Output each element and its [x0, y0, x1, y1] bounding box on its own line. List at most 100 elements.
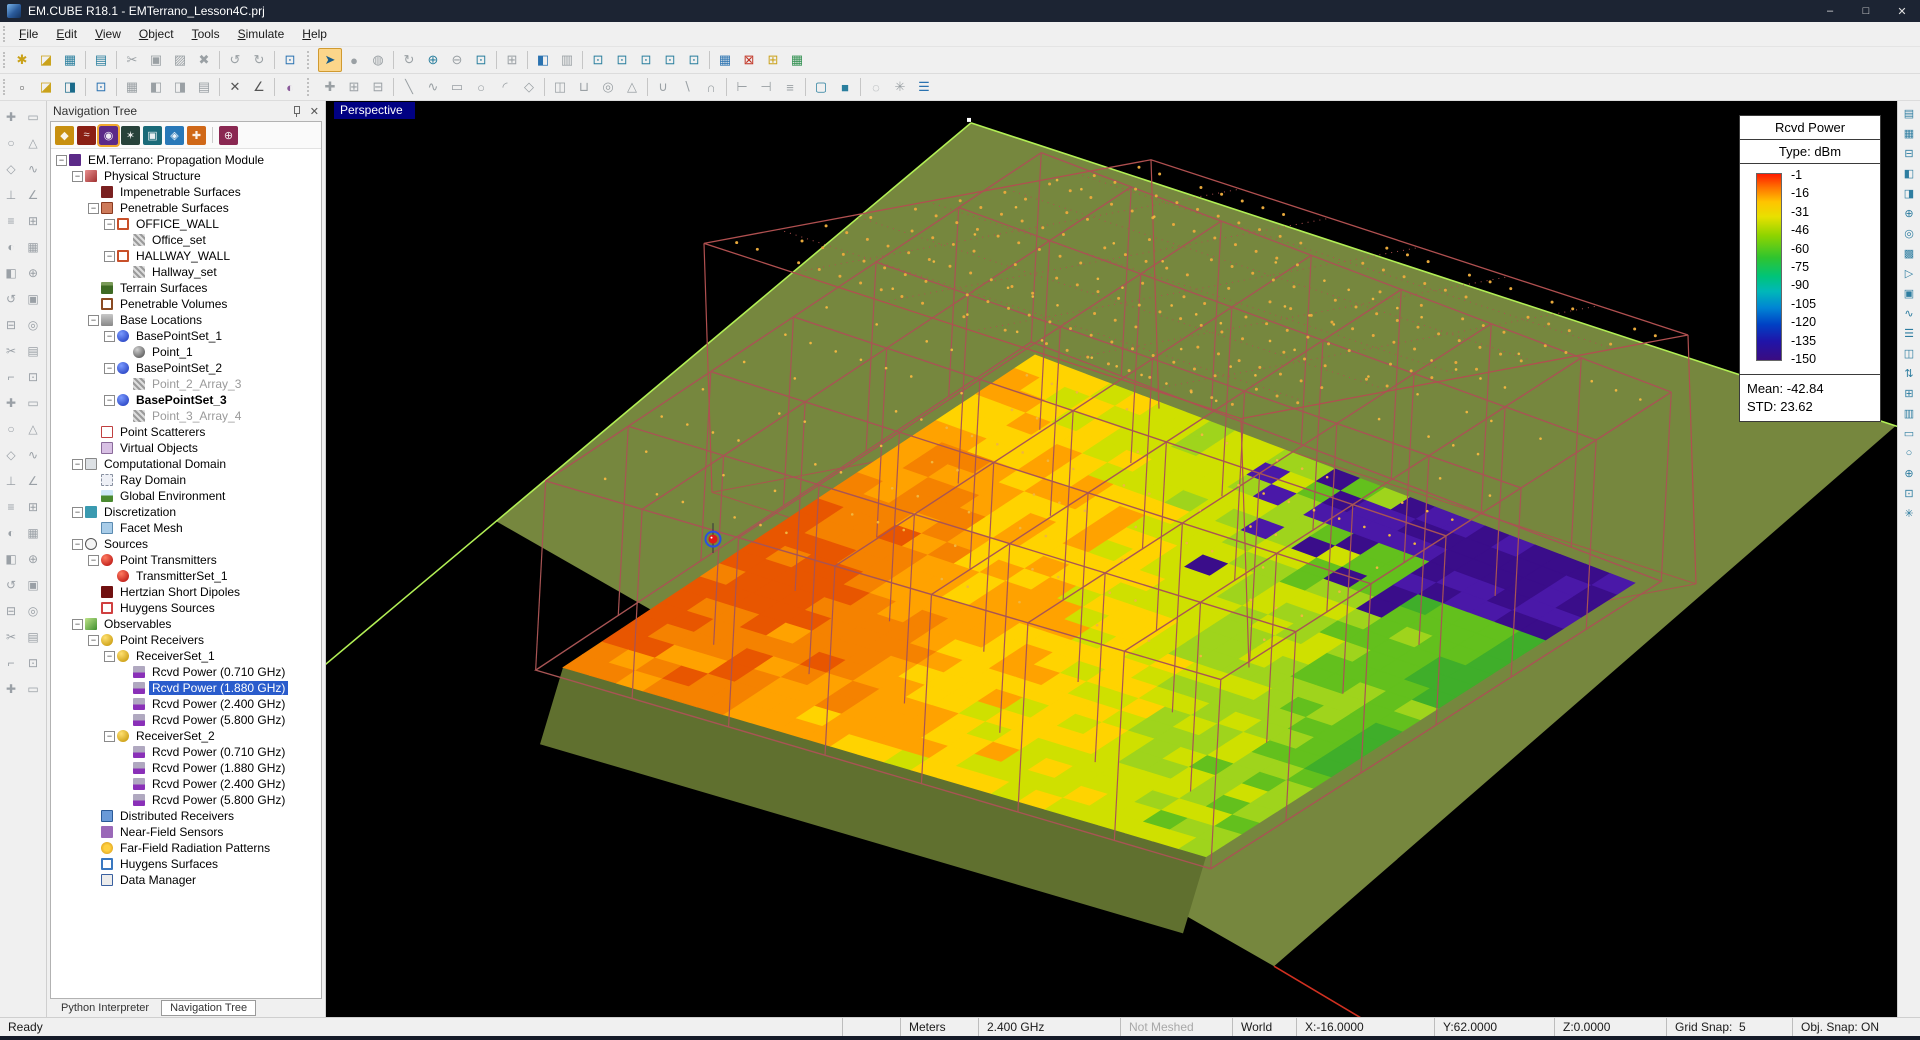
- cad-tool-button[interactable]: ◐: [0, 520, 22, 546]
- module-illumina-button[interactable]: ✶: [121, 126, 140, 145]
- tree-item[interactable]: Penetrable Surfaces: [51, 200, 321, 216]
- cylinder-tool-button[interactable]: ⊔: [572, 75, 596, 99]
- cad-tool-button[interactable]: ≡: [0, 208, 22, 234]
- cad-tool-button[interactable]: ◎: [22, 598, 44, 624]
- expander-icon[interactable]: [71, 171, 84, 182]
- export-button[interactable]: ◨: [58, 75, 82, 99]
- tree-item[interactable]: Global Environment: [51, 488, 321, 504]
- view-left-button[interactable]: ⊡: [634, 48, 658, 72]
- cad-tool-button[interactable]: ∠: [22, 182, 44, 208]
- cad-tool-button[interactable]: ⊞: [22, 494, 44, 520]
- tree-item[interactable]: Point Transmitters: [51, 552, 321, 568]
- pan-tool-button[interactable]: ●: [342, 48, 366, 72]
- material-button[interactable]: ◐: [278, 75, 302, 99]
- cad-tool-button[interactable]: ⊟: [0, 312, 22, 338]
- help-panel-button[interactable]: ○: [1900, 445, 1918, 461]
- undo-button[interactable]: ↺: [223, 48, 247, 72]
- delete-button[interactable]: ✖: [192, 48, 216, 72]
- tree-item[interactable]: Hallway_set: [51, 264, 321, 280]
- print-button[interactable]: ▤: [89, 48, 113, 72]
- module-ferma-button[interactable]: ✚: [187, 126, 206, 145]
- tree-item[interactable]: Far-Field Radiation Patterns: [51, 840, 321, 856]
- hide-button[interactable]: ◌: [864, 75, 888, 99]
- tree-item[interactable]: Huygens Surfaces: [51, 856, 321, 872]
- cad-tool-button[interactable]: ⊡: [22, 364, 44, 390]
- cad-tool-button[interactable]: ○: [0, 416, 22, 442]
- tree-item[interactable]: ReceiverSet_1: [51, 648, 321, 664]
- tree-item[interactable]: BasePointSet_3: [51, 392, 321, 408]
- cad-tool-button[interactable]: ✚: [0, 676, 22, 702]
- module-settings-button[interactable]: ⊕: [219, 126, 238, 145]
- expander-icon[interactable]: [55, 155, 68, 166]
- zoom-window-button[interactable]: ⊡: [469, 48, 493, 72]
- mesh-settings-button[interactable]: ▦: [713, 48, 737, 72]
- angle-tool-button[interactable]: ∠: [247, 75, 271, 99]
- subtract-button[interactable]: ∖: [675, 75, 699, 99]
- cad-tool-button[interactable]: △: [22, 130, 44, 156]
- cad-tool-button[interactable]: ✚: [0, 104, 22, 130]
- display-grid-button[interactable]: ▥: [555, 48, 579, 72]
- mirror-tool-button[interactable]: ◨: [168, 75, 192, 99]
- cad-tool-button[interactable]: ≡: [0, 494, 22, 520]
- snap-panel-button[interactable]: ⊞: [1900, 385, 1918, 401]
- tree-item[interactable]: ReceiverSet_2: [51, 728, 321, 744]
- snap-grid-button[interactable]: ✚: [318, 75, 342, 99]
- module-terrano-button[interactable]: ◉: [99, 126, 118, 145]
- panel-tab-navigation-tree[interactable]: Navigation Tree: [161, 1000, 256, 1016]
- tree-item[interactable]: Data Manager: [51, 872, 321, 888]
- tree-item[interactable]: Rcvd Power (5.800 GHz): [51, 712, 321, 728]
- menu-file[interactable]: File: [10, 24, 47, 44]
- properties-button[interactable]: ☰: [912, 75, 936, 99]
- orbit-tool-button[interactable]: ◍: [366, 48, 390, 72]
- observables-panel-button[interactable]: ◎: [1900, 225, 1918, 241]
- shaded-button[interactable]: ■: [833, 75, 857, 99]
- cut-button[interactable]: ✂: [120, 48, 144, 72]
- cad-tool-button[interactable]: ↺: [0, 286, 22, 312]
- fit-view-button[interactable]: ⊞: [500, 48, 524, 72]
- results-button[interactable]: ▦: [785, 48, 809, 72]
- tree-item[interactable]: Rcvd Power (2.400 GHz): [51, 776, 321, 792]
- view-top-button[interactable]: ⊡: [586, 48, 610, 72]
- cad-tool-button[interactable]: △: [22, 416, 44, 442]
- tree-item[interactable]: Impenetrable Surfaces: [51, 184, 321, 200]
- open-project-button[interactable]: ◪: [34, 48, 58, 72]
- tree-item[interactable]: Point Receivers: [51, 632, 321, 648]
- cad-tool-button[interactable]: ▭: [22, 676, 44, 702]
- snap-edge-button[interactable]: ⊟: [366, 75, 390, 99]
- cad-tool-button[interactable]: ∠: [22, 468, 44, 494]
- menu-simulate[interactable]: Simulate: [229, 24, 294, 44]
- tree-item[interactable]: EM.Terrano: Propagation Module: [51, 152, 321, 168]
- tree-item[interactable]: Facet Mesh: [51, 520, 321, 536]
- save-button[interactable]: ▦: [58, 48, 82, 72]
- cone-tool-button[interactable]: △: [620, 75, 644, 99]
- expander-icon[interactable]: [103, 219, 116, 230]
- close-button[interactable]: ✕: [1884, 0, 1920, 22]
- move-tool-button[interactable]: ◧: [144, 75, 168, 99]
- cad-tool-button[interactable]: ▣: [22, 572, 44, 598]
- cad-tool-button[interactable]: ◧: [0, 260, 22, 286]
- cad-tool-button[interactable]: ◇: [0, 442, 22, 468]
- zoom-panel-button[interactable]: ⊕: [1900, 465, 1918, 481]
- menu-help[interactable]: Help: [293, 24, 336, 44]
- cad-tool-button[interactable]: ▭: [22, 104, 44, 130]
- tree-item[interactable]: Hertzian Short Dipoles: [51, 584, 321, 600]
- cad-tool-button[interactable]: ◐: [0, 234, 22, 260]
- tree-item[interactable]: Point_3_Array_4: [51, 408, 321, 424]
- expander-icon[interactable]: [103, 251, 116, 262]
- capture-button[interactable]: ⊡: [89, 75, 113, 99]
- cad-tool-button[interactable]: ↺: [0, 572, 22, 598]
- import-button[interactable]: ◪: [34, 75, 58, 99]
- expander-icon[interactable]: [103, 331, 116, 342]
- expander-icon[interactable]: [103, 363, 116, 374]
- cad-tool-button[interactable]: ▦: [22, 520, 44, 546]
- project-tree-button[interactable]: ▦: [1900, 125, 1918, 141]
- intersect-button[interactable]: ∩: [699, 75, 723, 99]
- tree-item[interactable]: Discretization: [51, 504, 321, 520]
- tree-item[interactable]: Base Locations: [51, 312, 321, 328]
- union-button[interactable]: ∪: [651, 75, 675, 99]
- tree-item[interactable]: Office_set: [51, 232, 321, 248]
- simulation-data-button[interactable]: ⊞: [761, 48, 785, 72]
- menu-edit[interactable]: Edit: [47, 24, 86, 44]
- cad-tool-button[interactable]: ▤: [22, 338, 44, 364]
- view-front-button[interactable]: ⊡: [682, 48, 706, 72]
